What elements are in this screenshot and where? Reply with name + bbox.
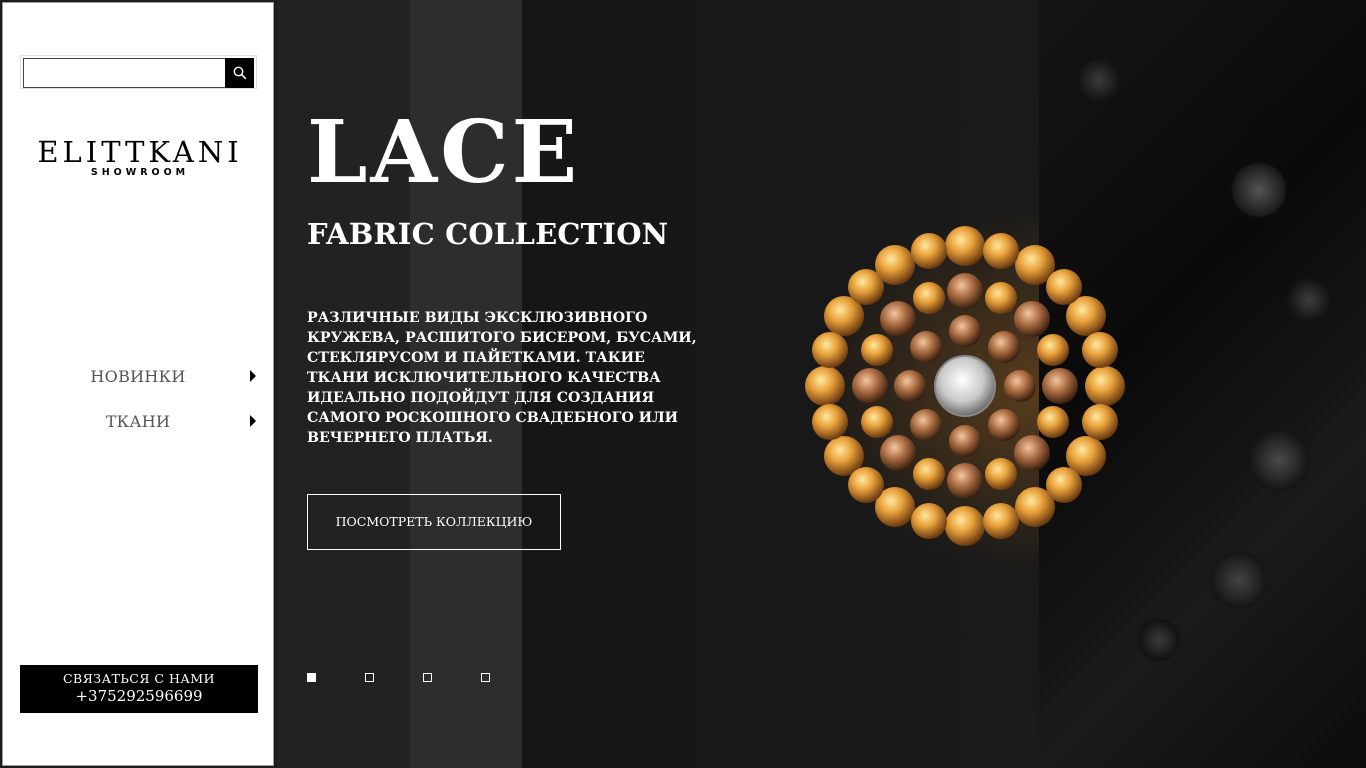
nav-item-label: ТКАНИ — [105, 412, 171, 431]
hero-slider: LACE FABRIC COLLECTION РАЗЛИЧНЫЕ ВИДЫ ЭК… — [277, 0, 1366, 768]
view-collection-button[interactable]: ПОСМОТРЕТЬ КОЛЛЕКЦИЮ — [307, 494, 561, 550]
contact-label: СВЯЗАТЬСЯ С НАМИ — [62, 671, 216, 686]
brooch-image — [805, 226, 1125, 546]
logo-name: ELITTKANI — [37, 135, 243, 169]
hero-title: LACE — [307, 102, 581, 203]
slide-dot-3[interactable] — [423, 673, 432, 682]
nav-item-tkani[interactable]: ТКАНИ — [3, 406, 273, 436]
search-input[interactable] — [23, 58, 228, 88]
contact-button[interactable]: СВЯЗАТЬСЯ С НАМИ +375292596699 — [20, 665, 258, 713]
sidebar: ELITTKANI SHOWROOM НОВИНКИ ТКАНИ СВЯЗАТЬ… — [2, 2, 274, 766]
arrow-right-icon — [250, 415, 256, 427]
brand-logo[interactable]: ELITTKANI SHOWROOM — [19, 135, 261, 178]
slide-dot-4[interactable] — [481, 673, 490, 682]
hero-description: РАЗЛИЧНЫЕ ВИДЫ ЭКСКЛЮЗИВНОГО КРУЖЕВА, РА… — [307, 310, 697, 446]
slide-dot-2[interactable] — [365, 673, 374, 682]
nav-item-novinki[interactable]: НОВИНКИ — [3, 361, 273, 391]
nav-item-label: НОВИНКИ — [90, 367, 186, 386]
slide-dot-1[interactable] — [307, 673, 316, 682]
arrow-right-icon — [250, 370, 256, 382]
hero-subtitle: FABRIC COLLECTION — [307, 217, 669, 251]
search-button[interactable] — [225, 58, 254, 88]
search-icon — [233, 66, 246, 80]
contact-phone: +375292596699 — [75, 687, 203, 705]
search-box — [20, 55, 257, 89]
